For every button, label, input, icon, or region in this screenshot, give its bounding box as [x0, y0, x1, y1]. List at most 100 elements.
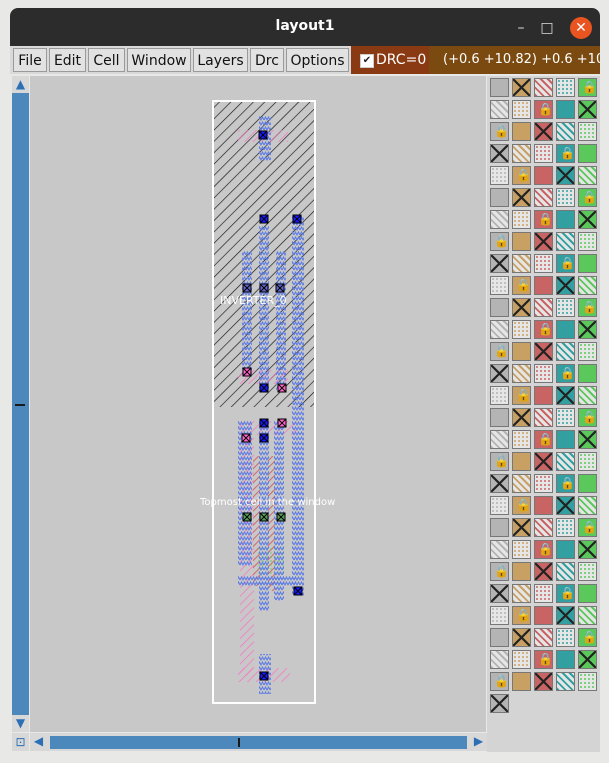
layer-swatch[interactable] — [534, 452, 553, 471]
layer-swatch[interactable]: 🔒 — [512, 386, 531, 405]
menu-window[interactable]: Window — [127, 48, 191, 72]
layer-swatch[interactable] — [578, 562, 597, 581]
layer-swatch[interactable] — [490, 364, 509, 383]
layer-swatch[interactable] — [534, 122, 553, 141]
layer-swatch[interactable] — [512, 298, 531, 317]
layer-swatch[interactable] — [578, 430, 597, 449]
scroll-down-arrow-icon[interactable]: ▼ — [12, 715, 29, 732]
minimize-button[interactable]: – — [510, 17, 532, 39]
layer-swatch[interactable] — [512, 210, 531, 229]
horizontal-scroll-track[interactable] — [50, 736, 467, 749]
layer-swatch[interactable]: 🔒 — [556, 584, 575, 603]
menu-drc[interactable]: Drc — [250, 48, 284, 72]
layer-swatch[interactable] — [578, 122, 597, 141]
layer-swatch[interactable] — [534, 628, 553, 647]
layer-swatch[interactable] — [534, 562, 553, 581]
layer-swatch[interactable]: 🔒 — [578, 408, 597, 427]
layer-swatch[interactable]: 🔒 — [534, 100, 553, 119]
layer-swatch[interactable] — [534, 386, 553, 405]
layer-swatch[interactable] — [578, 606, 597, 625]
layer-swatch[interactable]: 🔒 — [578, 78, 597, 97]
layer-swatch[interactable]: 🔒 — [490, 672, 509, 691]
layer-swatch[interactable] — [534, 78, 553, 97]
menu-cell[interactable]: Cell — [88, 48, 125, 72]
layer-swatch[interactable] — [512, 518, 531, 537]
vertical-scrollbar[interactable]: ▲ ▼ — [12, 76, 29, 732]
layer-swatch[interactable] — [534, 342, 553, 361]
layer-swatch[interactable]: 🔒 — [556, 474, 575, 493]
layer-swatch[interactable] — [490, 386, 509, 405]
layer-swatch[interactable] — [578, 672, 597, 691]
layer-swatch[interactable] — [490, 496, 509, 515]
layout-canvas[interactable]: INVERTER_0 Topmost cell in the window — [30, 76, 486, 732]
layer-swatch[interactable]: 🔒 — [490, 452, 509, 471]
layer-swatch[interactable] — [512, 320, 531, 339]
layer-swatch[interactable]: 🔒 — [534, 430, 553, 449]
layer-swatch[interactable] — [490, 408, 509, 427]
layer-swatch[interactable] — [578, 540, 597, 559]
layer-swatch[interactable] — [512, 342, 531, 361]
layer-swatch[interactable] — [512, 100, 531, 119]
layer-swatch[interactable] — [490, 628, 509, 647]
layer-swatch[interactable] — [534, 496, 553, 515]
layer-swatch[interactable]: 🔒 — [512, 166, 531, 185]
drc-checkbox[interactable]: ✔ — [360, 54, 374, 68]
layer-swatch[interactable] — [556, 518, 575, 537]
layer-swatch[interactable] — [578, 232, 597, 251]
layer-swatch[interactable] — [556, 628, 575, 647]
layer-swatch[interactable] — [578, 276, 597, 295]
layer-swatch[interactable] — [512, 540, 531, 559]
layer-swatch[interactable] — [556, 408, 575, 427]
layer-swatch[interactable] — [512, 628, 531, 647]
layer-swatch[interactable] — [490, 298, 509, 317]
layer-swatch[interactable] — [490, 650, 509, 669]
layer-swatch[interactable] — [512, 122, 531, 141]
zoom-fit-icon[interactable]: ⊡ — [12, 733, 29, 751]
layer-swatch[interactable]: 🔒 — [578, 628, 597, 647]
layer-swatch[interactable] — [490, 694, 509, 713]
layer-swatch[interactable] — [534, 364, 553, 383]
layer-swatch[interactable] — [578, 254, 597, 273]
layer-swatch[interactable]: 🔒 — [556, 364, 575, 383]
layer-swatch[interactable] — [490, 210, 509, 229]
layer-swatch[interactable]: 🔒 — [578, 188, 597, 207]
layer-swatch[interactable] — [512, 672, 531, 691]
drc-toggle[interactable]: ✔ DRC=0 — [351, 46, 429, 74]
layer-swatch[interactable] — [534, 408, 553, 427]
layer-swatch[interactable] — [556, 672, 575, 691]
layer-swatch[interactable]: 🔒 — [490, 122, 509, 141]
layer-swatch[interactable] — [556, 100, 575, 119]
layer-swatch[interactable] — [556, 166, 575, 185]
menu-options[interactable]: Options — [286, 48, 349, 72]
layer-swatch[interactable] — [534, 672, 553, 691]
layer-swatch[interactable]: 🔒 — [534, 650, 553, 669]
layer-swatch[interactable] — [490, 606, 509, 625]
scroll-up-arrow-icon[interactable]: ▲ — [12, 76, 29, 93]
layer-swatch[interactable] — [490, 430, 509, 449]
layer-swatch[interactable] — [490, 474, 509, 493]
layer-swatch[interactable] — [556, 562, 575, 581]
menu-layers[interactable]: Layers — [193, 48, 248, 72]
layer-swatch[interactable] — [534, 474, 553, 493]
layer-swatch[interactable] — [490, 320, 509, 339]
layer-swatch[interactable] — [512, 254, 531, 273]
layer-swatch[interactable] — [578, 386, 597, 405]
layer-swatch[interactable] — [578, 650, 597, 669]
layer-swatch[interactable] — [578, 364, 597, 383]
layer-swatch[interactable] — [490, 188, 509, 207]
layer-swatch[interactable] — [578, 100, 597, 119]
layer-swatch[interactable] — [490, 144, 509, 163]
layer-swatch[interactable] — [556, 430, 575, 449]
layer-swatch[interactable] — [512, 364, 531, 383]
layer-swatch[interactable] — [556, 298, 575, 317]
layer-swatch[interactable] — [534, 188, 553, 207]
layer-swatch[interactable] — [556, 342, 575, 361]
layer-swatch[interactable] — [490, 166, 509, 185]
layer-swatch[interactable] — [556, 650, 575, 669]
layer-swatch[interactable] — [578, 584, 597, 603]
layer-swatch[interactable] — [490, 276, 509, 295]
layer-swatch[interactable]: 🔒 — [556, 144, 575, 163]
menu-file[interactable]: File — [13, 48, 47, 72]
layer-swatch[interactable] — [512, 144, 531, 163]
layer-swatch[interactable] — [512, 430, 531, 449]
